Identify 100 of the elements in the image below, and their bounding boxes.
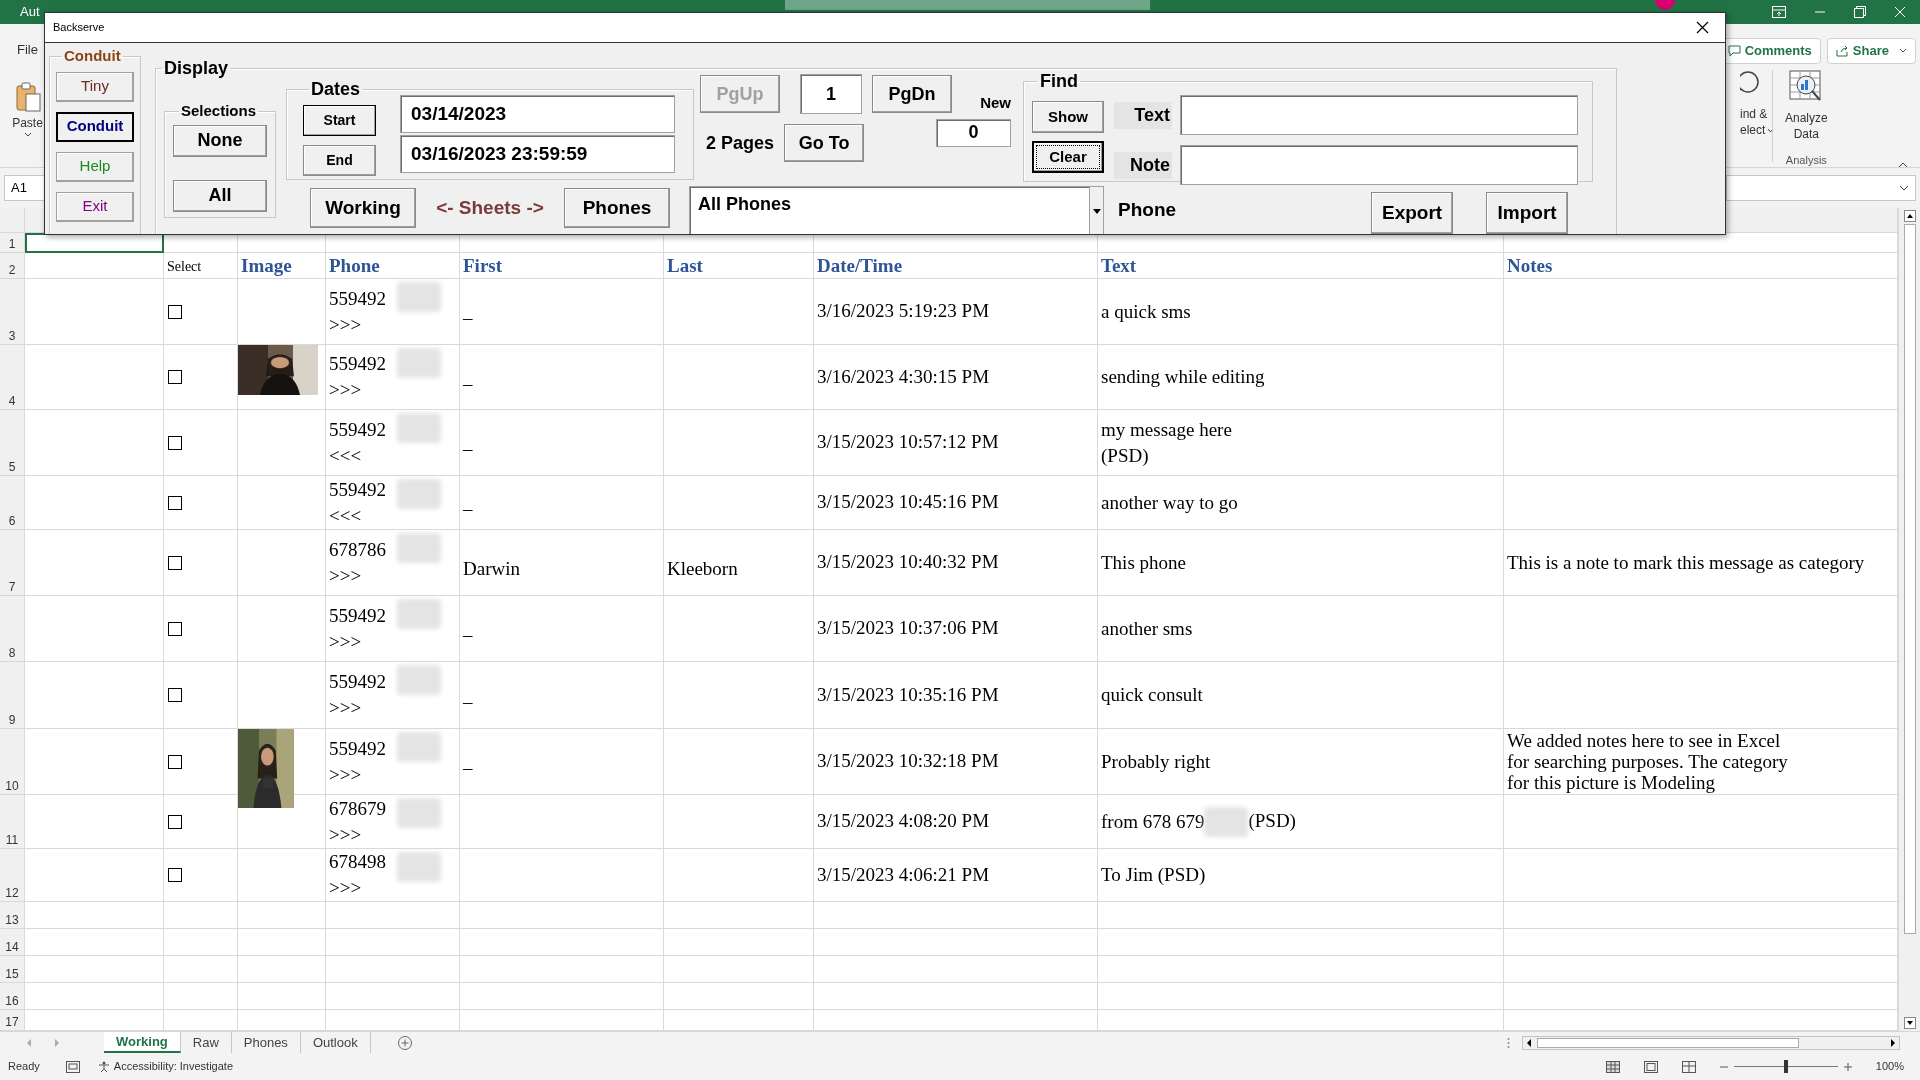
none-button[interactable]: None <box>173 124 267 157</box>
first-name: Darwin <box>463 557 520 582</box>
window-title: Backserve <box>53 20 105 36</box>
date-time: 3/16/2023 5:19:23 PM <box>817 299 990 324</box>
find-select-label[interactable]: ind & <box>1740 106 1768 122</box>
clear-button[interactable]: Clear <box>1032 141 1104 173</box>
phone-number: 559492 <box>329 352 386 376</box>
export-button[interactable]: Export <box>1371 192 1454 234</box>
start-date-field[interactable]: 03/14/2023 <box>400 95 675 133</box>
row-number: 1 <box>0 233 25 253</box>
sidebar-button[interactable]: Help <box>56 151 134 182</box>
phones-sheet-button[interactable]: Phones <box>564 188 670 228</box>
first-name: – <box>463 497 473 522</box>
go-to-button[interactable]: Go To <box>784 124 865 162</box>
note-text: This is a note to mark this message as category <box>1507 552 1865 573</box>
analyze-data-label[interactable]: Data <box>1793 126 1820 142</box>
page-down-button[interactable]: PgDn <box>872 75 952 113</box>
phone-number: 559492 <box>329 670 386 694</box>
analyze-data-label[interactable]: Analyze <box>1785 110 1828 126</box>
direction-marker: >>> <box>329 822 363 847</box>
sidebar-button[interactable]: Exit <box>56 191 134 222</box>
message-text: To Jim (PSD) <box>1101 863 1206 887</box>
page-count: 2 Pages <box>706 131 775 155</box>
show-button[interactable]: Show <box>1032 101 1104 133</box>
row-number: 7 <box>0 530 25 596</box>
message-text: quick consult <box>1101 683 1203 707</box>
phone-number: 678679 <box>329 796 386 821</box>
direction-marker: >>> <box>329 563 363 588</box>
group-label: Display <box>163 57 230 80</box>
date-time: 3/15/2023 10:40:32 PM <box>817 550 999 575</box>
date-time: 3/15/2023 10:37:06 PM <box>817 616 999 641</box>
column-header: Image <box>241 254 292 278</box>
page-number-field[interactable]: 1 <box>800 74 862 114</box>
phone-number: 559492 <box>329 603 386 628</box>
phone-label: Phone <box>1118 198 1177 222</box>
date-time: 3/15/2023 4:08:20 PM <box>817 809 990 834</box>
row-number: 6 <box>0 476 25 530</box>
date-time: 3/15/2023 10:45:16 PM <box>817 490 999 515</box>
first-name: – <box>463 371 473 396</box>
paste-label[interactable]: Paste <box>12 113 43 132</box>
note-text: We added notes here to see in Excel for searching purposes. The category for this picture is Modeling <box>1507 730 1788 793</box>
start-button[interactable]: Start <box>303 105 376 136</box>
all-button[interactable]: All <box>173 179 267 212</box>
sidebar-button[interactable]: Conduit <box>56 111 134 142</box>
sheets-label: <- Sheets -> <box>435 196 545 220</box>
direction-marker: <<< <box>329 503 363 528</box>
date-time: 3/15/2023 10:35:16 PM <box>817 682 999 707</box>
row-number: 4 <box>0 345 25 410</box>
group-label: Dates <box>310 78 362 101</box>
first-name: – <box>463 756 473 781</box>
new-count-field[interactable]: 0 <box>936 118 1011 147</box>
file-tab[interactable]: File <box>17 40 38 60</box>
row-number: 12 <box>0 849 25 902</box>
row-number: 16 <box>0 983 25 1010</box>
column-header: Phone <box>329 254 380 278</box>
working-sheet-button[interactable]: Working <box>310 188 416 228</box>
date-time: 3/15/2023 10:57:12 PM <box>817 430 999 455</box>
column-header: Select <box>167 258 202 276</box>
group-label: Find <box>1039 70 1079 93</box>
row-number: 17 <box>0 1010 25 1031</box>
row-number: 10 <box>0 729 25 795</box>
date-time: 3/15/2023 10:32:18 PM <box>817 749 999 774</box>
row-number: 13 <box>0 902 25 929</box>
import-button[interactable]: Import <box>1486 192 1569 234</box>
group-label: Analysis <box>1785 153 1827 168</box>
status-text: Ready <box>8 1059 40 1075</box>
phone-filter-dropdown[interactable]: All Phones <box>689 186 1104 234</box>
first-name: – <box>463 306 473 331</box>
last-name: Kleeborn <box>667 557 738 582</box>
accessibility-status[interactable]: Accessibility: Investigate <box>113 1058 233 1075</box>
phone-number: 559492 <box>329 417 386 442</box>
sidebar-button[interactable]: Tiny <box>56 71 134 102</box>
row-number: 11 <box>0 795 25 849</box>
date-time: 3/16/2023 4:30:15 PM <box>817 364 990 389</box>
direction-marker: >>> <box>329 378 363 402</box>
end-date-field[interactable]: 03/16/2023 23:59:59 <box>400 135 675 173</box>
find-select-label[interactable]: elect <box>1740 122 1766 138</box>
message-text: my message here (PSD) <box>1101 417 1232 468</box>
phone-number: 678786 <box>329 537 386 562</box>
message-text: Probably right <box>1101 749 1211 774</box>
direction-marker: >>> <box>329 762 363 787</box>
message-text: This phone <box>1101 550 1186 575</box>
note-label: Note <box>1114 151 1172 179</box>
zoom-level[interactable]: 100% <box>1875 1058 1904 1075</box>
direction-marker: >>> <box>329 876 363 900</box>
share-button[interactable]: Share <box>1826 38 1916 64</box>
phone-number: 559492 <box>329 736 386 761</box>
row-number: 2 <box>0 253 25 279</box>
direction-marker: <<< <box>329 443 363 468</box>
direction-marker: >>> <box>329 629 363 654</box>
sheet-tab[interactable]: Working <box>104 1032 181 1053</box>
message-text: sending while editing <box>1101 365 1265 389</box>
end-button[interactable]: End <box>303 145 376 176</box>
group-label: Conduit <box>63 46 122 66</box>
column-header: Date/Time <box>817 254 903 278</box>
app-title: Aut <box>20 3 40 22</box>
date-time: 3/15/2023 4:06:21 PM <box>817 862 990 887</box>
direction-marker: >>> <box>329 312 363 337</box>
phone-number: 559492 <box>329 286 386 311</box>
row-number: 9 <box>0 662 25 729</box>
